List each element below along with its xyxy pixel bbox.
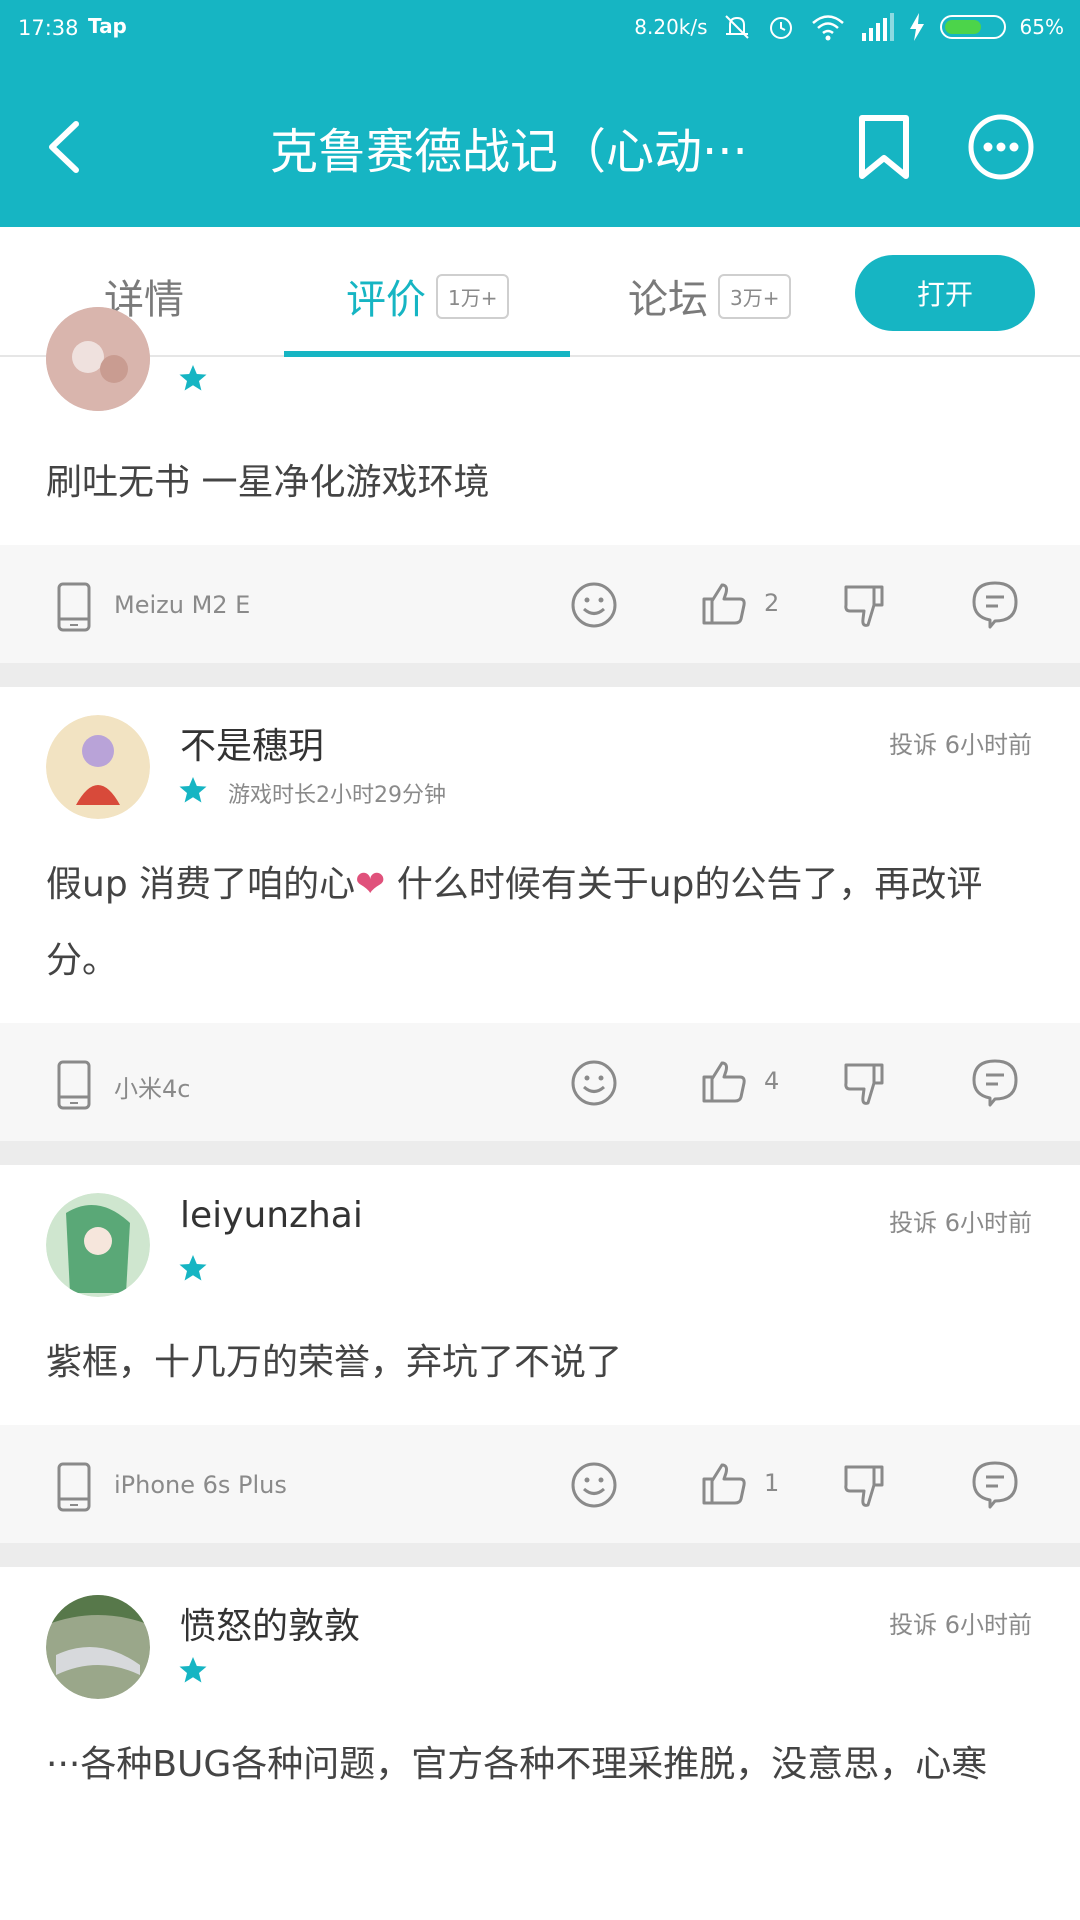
review-card: 刷吐无书 一星净化游戏环境 Meizu M2 E 2 xyxy=(0,307,1080,687)
review-header: leiyunzhai 投诉 6小时前 xyxy=(0,1165,1080,1315)
open-button[interactable]: 打开 xyxy=(855,255,1035,331)
status-right-group: 8.20k/s 65% xyxy=(634,12,1064,42)
comment-icon[interactable] xyxy=(970,579,1020,629)
review-header: 不是穗玥 游戏时长2小时29分钟 投诉 6小时前 xyxy=(0,687,1080,837)
alarm-icon xyxy=(766,12,796,42)
app-bar: 克鲁赛德战记（心动··· xyxy=(0,82,1080,212)
phone-icon xyxy=(57,1060,91,1110)
status-app-label: Tap xyxy=(88,14,127,38)
review-text: ···各种BUG各种问题，官方各种不理采推脱，没意思，心寒 xyxy=(46,1744,988,1785)
review-text: 刷吐无书 一星净化游戏环境 xyxy=(46,462,490,503)
review-header: 愤怒的敦敦 投诉 6小时前 xyxy=(0,1567,1080,1717)
review-time: 6小时前 xyxy=(944,731,1032,759)
heart-icon: ❤ xyxy=(355,864,386,905)
back-arrow-icon xyxy=(49,121,79,173)
page-title: 克鲁赛德战记（心动··· xyxy=(270,124,748,180)
avatar[interactable] xyxy=(46,1595,150,1699)
like-count: 4 xyxy=(764,1067,780,1095)
more-icon xyxy=(968,114,1034,180)
comment-icon[interactable] xyxy=(970,1057,1020,1107)
wifi-icon xyxy=(810,12,846,42)
status-time: 17:38 xyxy=(18,16,79,40)
thumbs-up-icon[interactable] xyxy=(700,1459,748,1507)
star-icon xyxy=(179,777,207,803)
review-card: 不是穗玥 游戏时长2小时29分钟 投诉 6小时前 假up 消费了咱的心❤ 什么时… xyxy=(0,687,1080,1165)
thumbs-down-icon[interactable] xyxy=(842,1463,890,1511)
report-link[interactable]: 投诉 xyxy=(889,1209,937,1237)
review-text: 紫框，十几万的荣誉，弃坑了不说了 xyxy=(46,1342,623,1383)
bookmark-button[interactable] xyxy=(852,112,916,182)
device-name: iPhone 6s Plus xyxy=(114,1471,287,1499)
review-header xyxy=(0,307,1080,411)
review-separator xyxy=(0,663,1080,687)
mute-icon xyxy=(722,12,752,42)
avatar[interactable] xyxy=(46,307,150,411)
signal-icon xyxy=(860,13,894,41)
avatar[interactable] xyxy=(46,715,150,819)
username[interactable]: 不是穗玥 xyxy=(180,717,324,769)
like-count: 2 xyxy=(764,589,780,617)
star-icon xyxy=(179,1657,207,1683)
thumbs-up-icon[interactable] xyxy=(700,1057,748,1105)
status-bar: 17:38 Tap 8.20k/s 65% xyxy=(0,0,1080,60)
phone-icon xyxy=(57,1462,91,1512)
battery-icon xyxy=(939,15,1006,39)
review-separator xyxy=(0,1543,1080,1567)
thumbs-up-icon[interactable] xyxy=(700,579,748,627)
thumbs-down-icon[interactable] xyxy=(842,583,890,631)
emoji-icon[interactable] xyxy=(570,1461,618,1509)
emoji-icon[interactable] xyxy=(570,1059,618,1107)
network-speed: 8.20k/s xyxy=(634,15,708,39)
report-and-time: 投诉 6小时前 xyxy=(889,1605,1032,1640)
username[interactable]: leiyunzhai xyxy=(180,1195,363,1236)
emoji-icon[interactable] xyxy=(570,581,618,629)
comment-icon[interactable] xyxy=(970,1459,1020,1509)
review-feed[interactable]: 刷吐无书 一星净化游戏环境 Meizu M2 E 2 不是穗玥 游戏时长2小时2… xyxy=(0,307,1080,1827)
tab-forum[interactable]: 论坛 3万+ xyxy=(628,267,792,325)
tab-bar: 详情 评价 1万+ 论坛 3万+ 打开 xyxy=(0,227,1080,357)
thumbs-down-icon[interactable] xyxy=(842,1061,890,1109)
review-time: 6小时前 xyxy=(944,1209,1032,1237)
tab-reviews[interactable]: 评价 1万+ xyxy=(346,267,510,325)
review-text: 假up 消费了咱的心❤ 什么时候有关于up的公告了，再改评分。 xyxy=(0,837,1080,1023)
review-footer: 小米4c 4 xyxy=(0,1023,1080,1141)
bookmark-icon xyxy=(859,115,909,179)
like-count: 1 xyxy=(764,1469,780,1497)
username[interactable]: 愤怒的敦敦 xyxy=(180,1597,360,1649)
review-time: 6小时前 xyxy=(944,1611,1032,1639)
tab-forum-count: 3万+ xyxy=(718,273,792,319)
star-icon xyxy=(179,365,207,391)
battery-percent: 65% xyxy=(1019,15,1064,39)
review-separator xyxy=(0,1141,1080,1165)
play-time: 游戏时长2小时29分钟 xyxy=(228,783,446,808)
back-button[interactable] xyxy=(40,112,100,182)
review-footer: iPhone 6s Plus 1 xyxy=(0,1425,1080,1543)
avatar[interactable] xyxy=(46,1193,150,1297)
device-name: 小米4c xyxy=(114,1075,191,1103)
report-and-time: 投诉 6小时前 xyxy=(889,1203,1032,1238)
battery-level xyxy=(944,20,981,34)
report-link[interactable]: 投诉 xyxy=(889,1611,937,1639)
tab-reviews-count: 1万+ xyxy=(436,273,510,319)
more-button[interactable] xyxy=(966,112,1036,182)
app-header: 17:38 Tap 8.20k/s 65% 克鲁赛德战记（心动··· xyxy=(0,0,1080,227)
phone-icon xyxy=(57,582,91,632)
report-link[interactable]: 投诉 xyxy=(889,731,937,759)
tab-reviews-label: 评价 xyxy=(346,277,426,323)
review-footer: Meizu M2 E 2 xyxy=(0,545,1080,663)
tab-forum-label: 论坛 xyxy=(628,277,708,323)
star-icon xyxy=(179,1255,207,1281)
device-name: Meizu M2 E xyxy=(114,591,251,619)
report-and-time: 投诉 6小时前 xyxy=(889,725,1032,760)
charging-icon xyxy=(908,12,926,42)
review-text-part: 假up 消费了咱的心 xyxy=(46,864,356,905)
review-card: 愤怒的敦敦 投诉 6小时前 ···各种BUG各种问题，官方各种不理采推脱，没意思… xyxy=(0,1567,1080,1827)
review-card: leiyunzhai 投诉 6小时前 紫框，十几万的荣誉，弃坑了不说了 iPho… xyxy=(0,1165,1080,1567)
